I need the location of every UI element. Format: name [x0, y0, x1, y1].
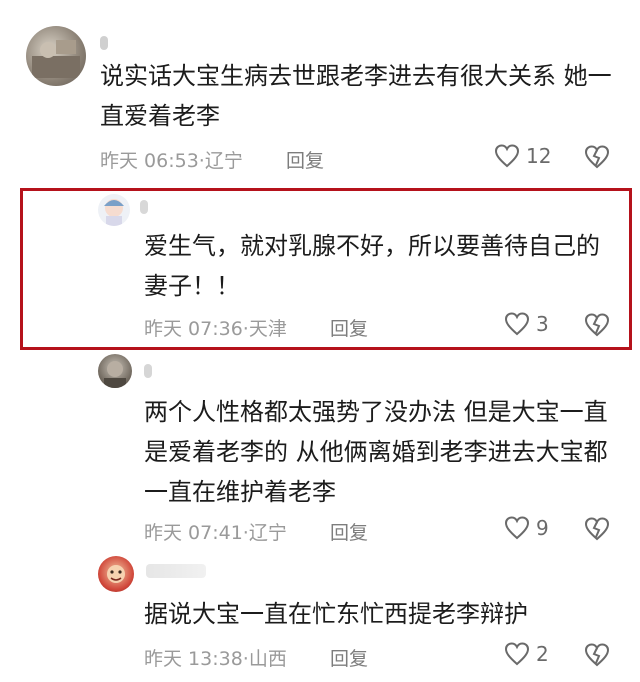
reply-button[interactable]: 回复: [330, 314, 368, 341]
like-count: 2: [536, 642, 549, 666]
comment-text: 说实话大宝生病去世跟老李进去有很大关系 她一 直爱着老李: [100, 62, 612, 130]
avatar-image-icon: [104, 199, 124, 226]
like-button[interactable]: 2: [504, 642, 549, 666]
like-count: 3: [536, 312, 549, 336]
user-avatar[interactable]: [98, 194, 130, 226]
dislike-button[interactable]: [584, 313, 610, 337]
comment-3: 两个人性格都太强势了没办法 但是大宝一直 是爱着老李的 从他俩离婚到老李进去大宝…: [0, 350, 640, 550]
username-blurred[interactable]: [144, 364, 152, 378]
comment-location: 山西: [248, 648, 287, 670]
comment-location: 辽宁: [204, 150, 243, 172]
heart-outline-icon: [494, 144, 520, 168]
like-button[interactable]: 3: [504, 312, 549, 336]
comment-time: 昨天 07:41: [144, 522, 243, 544]
avatar-image-icon: [104, 361, 126, 388]
avatar-image-icon: [32, 40, 80, 78]
broken-heart-icon: [584, 517, 610, 541]
broken-heart-icon: [584, 313, 610, 337]
comment-time: 昨天 13:38: [144, 648, 243, 670]
comment-text: 据说大宝一直在忙东忙西提老李辩护: [144, 600, 528, 628]
comment-location: 天津: [248, 318, 287, 340]
comment-meta: 昨天 07:36·天津: [144, 314, 287, 341]
like-count: 9: [536, 516, 549, 540]
comment-1: 说实话大宝生病去世跟老李进去有很大关系 她一 直爱着老李 昨天 06:53·辽宁…: [0, 0, 640, 188]
heart-outline-icon: [504, 516, 530, 540]
comment-meta: 昨天 06:53·辽宁: [100, 146, 243, 173]
comment-text: 两个人性格都太强势了没办法 但是大宝一直 是爱着老李的 从他俩离婚到老李进去大宝…: [144, 398, 608, 506]
comment-4: 据说大宝一直在忙东忙西提老李辩护 昨天 13:38·山西 回复 2: [0, 550, 640, 682]
comment-meta: 昨天 13:38·山西: [144, 644, 287, 671]
username-blurred[interactable]: [140, 200, 148, 214]
like-button[interactable]: 12: [494, 144, 551, 168]
dislike-button[interactable]: [584, 517, 610, 541]
heart-outline-icon: [504, 312, 530, 336]
dislike-button[interactable]: [584, 145, 610, 169]
broken-heart-icon: [584, 643, 610, 667]
username-blurred[interactable]: [100, 36, 108, 50]
reply-button[interactable]: 回复: [330, 644, 368, 671]
comment-location: 辽宁: [248, 522, 287, 544]
dislike-button[interactable]: [584, 643, 610, 667]
comment-time: 昨天 06:53: [100, 150, 199, 172]
broken-heart-icon: [584, 145, 610, 169]
user-avatar[interactable]: [98, 556, 134, 592]
like-button[interactable]: 9: [504, 516, 549, 540]
like-count: 12: [526, 144, 552, 168]
reply-button[interactable]: 回复: [286, 146, 324, 173]
comment-2: 爱生气，就对乳腺不好，所以要善待自己的 妻子！！ 昨天 07:36·天津 回复 …: [0, 188, 640, 350]
username-blurred[interactable]: [146, 564, 206, 578]
reply-button[interactable]: 回复: [330, 518, 368, 545]
avatar-image-icon: [107, 565, 125, 583]
comment-time: 昨天 07:36: [144, 318, 243, 340]
comment-text: 爱生气，就对乳腺不好，所以要善待自己的 妻子！！: [144, 232, 600, 300]
user-avatar[interactable]: [98, 354, 132, 388]
comment-meta: 昨天 07:41·辽宁: [144, 518, 287, 545]
user-avatar[interactable]: [26, 26, 86, 86]
heart-outline-icon: [504, 642, 530, 666]
